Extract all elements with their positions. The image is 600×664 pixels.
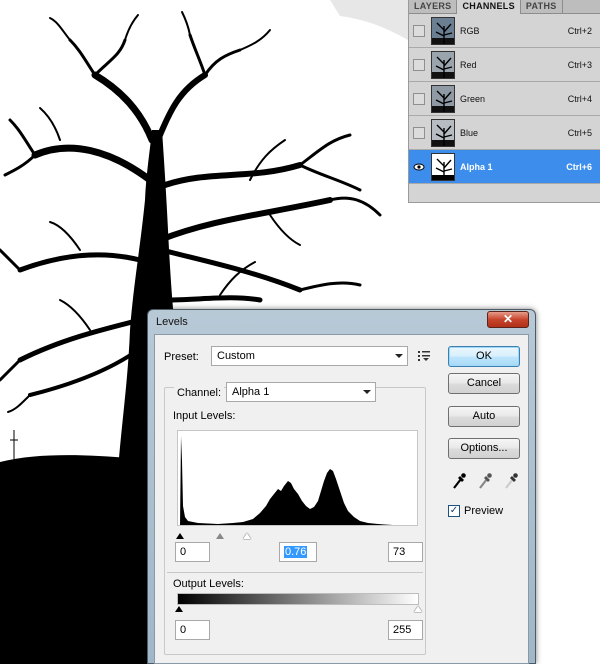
eye-icon: [413, 163, 425, 170]
close-icon: ✕: [502, 312, 514, 326]
channel-thumbnail: [431, 84, 455, 113]
channel-row-rgb[interactable]: RGB Ctrl+2: [409, 14, 600, 48]
channel-thumbnail: [431, 118, 455, 147]
channel-shortcut: Ctrl+3: [567, 59, 592, 70]
input-white-field[interactable]: 73: [388, 542, 423, 562]
close-button[interactable]: ✕: [487, 311, 529, 328]
auto-button[interactable]: Auto: [448, 406, 520, 427]
channel-row-red[interactable]: Red Ctrl+3: [409, 48, 600, 82]
input-black-slider[interactable]: [176, 533, 184, 539]
channel-name: Alpha 1: [460, 161, 493, 172]
gray-eyedropper-icon[interactable]: [477, 472, 493, 490]
preview-checkbox[interactable]: ✓: [448, 505, 460, 517]
channel-thumbnail: [431, 152, 455, 181]
input-levels-label: Input Levels:: [173, 410, 236, 422]
white-eyedropper-icon[interactable]: [503, 472, 519, 490]
chevron-down-icon: [363, 390, 371, 394]
channel-value: Alpha 1: [232, 386, 270, 398]
input-gamma-value: 0.76: [284, 546, 308, 558]
tab-channels[interactable]: CHANNELS: [457, 0, 521, 15]
visibility-toggle[interactable]: [413, 24, 425, 37]
channel-shortcut: Ctrl+5: [567, 127, 592, 138]
visibility-toggle[interactable]: [413, 58, 425, 71]
preset-value: Custom: [217, 350, 255, 362]
options-button[interactable]: Options...: [448, 438, 520, 459]
channel-row-blue[interactable]: Blue Ctrl+5: [409, 116, 600, 150]
levels-dialog: Levels ✕ Preset: Custom Channel: Alpha 1: [147, 309, 536, 664]
channel-thumbnail: [431, 50, 455, 79]
visibility-toggle[interactable]: [413, 126, 425, 139]
screenshot-stage: LAYERS CHANNELS PATHS RGB Ctrl+2 Red Ctr…: [0, 0, 600, 664]
preset-options-icon[interactable]: [417, 350, 431, 362]
tab-paths[interactable]: PATHS: [521, 0, 563, 14]
tab-layers[interactable]: LAYERS: [409, 0, 458, 14]
channel-row-green[interactable]: Green Ctrl+4: [409, 82, 600, 116]
input-gamma-field[interactable]: 0.76: [279, 542, 317, 562]
input-black-field[interactable]: 0: [175, 542, 210, 562]
channel-thumbnail: [431, 16, 455, 45]
output-gradient: [177, 593, 419, 605]
chevron-down-icon: [395, 354, 403, 358]
preset-select[interactable]: Custom: [211, 346, 408, 366]
channel-name: Red: [460, 59, 477, 70]
input-white-slider[interactable]: [243, 533, 251, 539]
channel-shortcut: Ctrl+6: [566, 161, 592, 172]
preview-label: Preview: [464, 505, 504, 517]
input-gamma-slider[interactable]: [216, 533, 224, 539]
channel-shortcut: Ctrl+4: [567, 93, 592, 104]
channel-label: Channel:: [174, 387, 225, 399]
output-black-slider[interactable]: [175, 606, 183, 612]
channel-row-alpha-1[interactable]: Alpha 1 Ctrl+6: [409, 150, 600, 184]
channels-panel: LAYERS CHANNELS PATHS RGB Ctrl+2 Red Ctr…: [408, 0, 600, 203]
output-white-slider[interactable]: [414, 606, 422, 612]
divider: [167, 572, 423, 573]
channel-name: Green: [460, 93, 486, 104]
visibility-toggle[interactable]: [413, 161, 425, 173]
black-eyedropper-icon[interactable]: [451, 472, 467, 490]
channel-select[interactable]: Alpha 1: [226, 382, 376, 402]
cancel-button[interactable]: Cancel: [448, 373, 520, 394]
dialog-body: Preset: Custom Channel: Alpha 1 Input Le…: [154, 334, 529, 664]
output-white-field[interactable]: 255: [388, 620, 423, 640]
channel-name: Blue: [460, 127, 479, 138]
panel-tab-bar: LAYERS CHANNELS PATHS: [409, 0, 600, 15]
dialog-title: Levels: [156, 316, 188, 328]
output-levels-label: Output Levels:: [173, 578, 244, 590]
preset-label: Preset:: [164, 351, 199, 363]
output-black-field[interactable]: 0: [175, 620, 210, 640]
channel-shortcut: Ctrl+2: [567, 25, 592, 36]
histogram: [177, 430, 418, 526]
visibility-toggle[interactable]: [413, 92, 425, 105]
channel-name: RGB: [460, 25, 480, 36]
ok-button[interactable]: OK: [448, 346, 520, 367]
